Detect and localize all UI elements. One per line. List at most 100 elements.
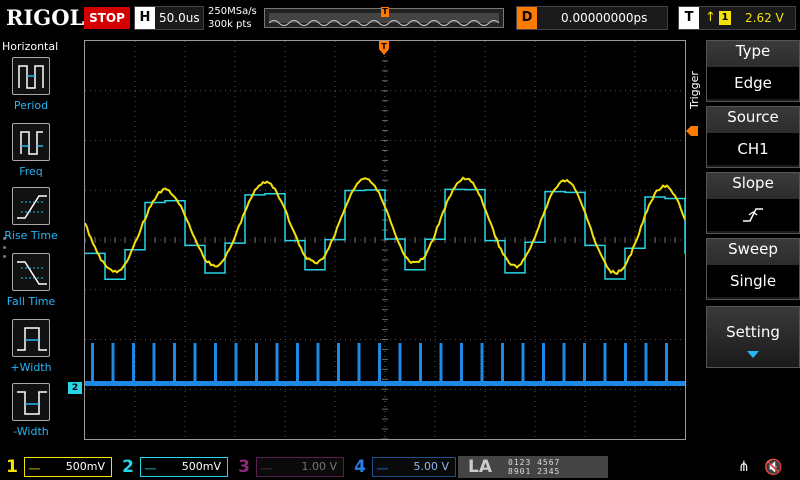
ch2-number: 2 bbox=[118, 456, 138, 478]
digital-pulse bbox=[665, 343, 668, 383]
waveform-display[interactable] bbox=[84, 40, 686, 440]
digital-pulse bbox=[440, 343, 443, 383]
digital-pulse bbox=[624, 343, 627, 383]
memory-depth: 300k pts bbox=[208, 18, 257, 31]
period-label: Period bbox=[0, 99, 62, 112]
digital-pulse bbox=[112, 343, 115, 383]
trigger-source-menu[interactable]: Source CH1 bbox=[706, 106, 800, 168]
trigger-slope-value bbox=[707, 199, 799, 231]
la-row-1: 0123 4567 bbox=[508, 458, 560, 467]
ch2-offset-marker[interactable]: 2 bbox=[68, 382, 82, 394]
measure-rise-time-button[interactable]: Rise Time bbox=[0, 187, 62, 249]
ch4-scale: 5.00 V bbox=[413, 460, 449, 473]
status-bar: RIGOL STOP H 50.0us 250MSa/s 300k pts T … bbox=[0, 0, 800, 36]
measure-positive-width-button[interactable]: +Width bbox=[0, 319, 62, 381]
trigger-type-header: Type bbox=[707, 41, 799, 61]
ch4-status[interactable]: 4 ── 5.00 V bbox=[350, 456, 462, 478]
digital-pulse bbox=[132, 343, 135, 383]
measure-negative-width-button[interactable]: -Width bbox=[0, 383, 62, 445]
ch4-scale-box: ── 5.00 V bbox=[372, 457, 456, 477]
ch1-scale: 500mV bbox=[66, 460, 105, 473]
svg-text:T: T bbox=[381, 42, 387, 51]
trigger-type-menu[interactable]: Type Edge bbox=[706, 40, 800, 102]
trigger-setting-button[interactable]: Setting bbox=[706, 306, 800, 368]
trigger-sweep-value: Single bbox=[707, 265, 799, 297]
digital-pulse bbox=[604, 343, 607, 383]
setting-label: Setting bbox=[707, 323, 799, 341]
negative-width-icon bbox=[12, 383, 50, 421]
la-label: LA bbox=[468, 457, 492, 477]
digital-pulse bbox=[399, 343, 402, 383]
positive-width-icon bbox=[12, 319, 50, 357]
la-row-2: 8901 2345 bbox=[508, 467, 560, 476]
digital-pulse bbox=[583, 343, 586, 383]
frequency-label: Freq bbox=[0, 165, 62, 178]
measure-frequency-button[interactable]: Freq bbox=[0, 123, 62, 185]
trigger-slope-menu[interactable]: Slope bbox=[706, 172, 800, 234]
digital-pulse bbox=[378, 343, 381, 383]
trigger-position-marker[interactable]: T bbox=[379, 40, 389, 54]
digital-pulse bbox=[91, 343, 94, 383]
digital-pulse bbox=[563, 343, 566, 383]
negative-width-label: -Width bbox=[0, 425, 62, 438]
dc-coupling-icon: ── bbox=[29, 461, 40, 479]
rise-time-icon bbox=[12, 187, 50, 225]
digital-pulse bbox=[194, 343, 197, 383]
digital-pulse bbox=[645, 343, 648, 383]
logic-analyzer-status[interactable]: LA 0123 4567 8901 2345 bbox=[458, 456, 608, 478]
ch3-number: 3 bbox=[234, 456, 254, 478]
digital-pulse bbox=[419, 343, 422, 383]
ch1-scale-box: ── 500mV bbox=[24, 457, 112, 477]
ch2-status[interactable]: 2 ── 500mV bbox=[118, 456, 230, 478]
trigger-level-marker[interactable] bbox=[686, 121, 698, 131]
trigger-key: T bbox=[679, 7, 699, 29]
timebase-value: 50.0us bbox=[159, 7, 200, 29]
menu-side-label: Trigger bbox=[688, 60, 706, 120]
timebase-readout[interactable]: H 50.0us bbox=[134, 6, 204, 30]
positive-width-label: +Width bbox=[0, 361, 62, 374]
delay-readout[interactable]: D 0.00000000ps bbox=[516, 6, 668, 30]
waveform-traces bbox=[85, 41, 685, 439]
dc-coupling-icon: ── bbox=[261, 461, 272, 479]
speaker-muted-icon[interactable]: 🔇 bbox=[764, 458, 783, 476]
trigger-readout[interactable]: T ↑ 1 2.62 V bbox=[678, 6, 796, 30]
digital-bus-trace bbox=[85, 343, 685, 386]
trigger-sweep-menu[interactable]: Sweep Single bbox=[706, 238, 800, 300]
la-channel-grid: 0123 4567 8901 2345 bbox=[508, 458, 560, 476]
channel-bar: 1 ── 500mV 2 ── 500mV 3 ── 1.00 V 4 ── 5… bbox=[0, 454, 800, 480]
trigger-slope-header: Slope bbox=[707, 173, 799, 193]
ch4-number: 4 bbox=[350, 456, 370, 478]
digital-pulse bbox=[214, 343, 217, 383]
memory-overview-bar[interactable]: T bbox=[264, 8, 504, 28]
digital-pulse bbox=[296, 343, 299, 383]
digital-pulse bbox=[173, 343, 176, 383]
ch1-number: 1 bbox=[2, 456, 22, 478]
panel-title: Horizontal bbox=[2, 40, 58, 53]
delay-value: 0.00000000ps bbox=[561, 7, 647, 29]
fall-time-icon bbox=[12, 253, 50, 291]
ch2-scale: 500mV bbox=[182, 460, 221, 473]
delay-key: D bbox=[517, 7, 537, 29]
measure-fall-time-button[interactable]: Fall Time bbox=[0, 253, 62, 315]
frequency-icon bbox=[12, 123, 50, 161]
memory-trigger-marker: T bbox=[381, 7, 389, 17]
digital-pulse bbox=[276, 343, 279, 383]
trigger-menu: Type Edge Source CH1 Slope Sweep Single … bbox=[706, 40, 800, 455]
digital-pulse bbox=[235, 343, 238, 383]
trigger-source-header: Source bbox=[707, 107, 799, 127]
dc-coupling-icon: ── bbox=[145, 461, 156, 479]
dc-coupling-icon: ── bbox=[377, 461, 388, 479]
usb-icon: ⋔ bbox=[738, 459, 750, 475]
digital-pulse bbox=[522, 343, 525, 383]
ch3-status[interactable]: 3 ── 1.00 V bbox=[234, 456, 346, 478]
digital-pulse bbox=[542, 343, 545, 383]
measure-period-button[interactable]: Period bbox=[0, 57, 62, 119]
run-stop-status[interactable]: STOP bbox=[84, 7, 130, 29]
chevron-down-icon bbox=[747, 351, 759, 358]
digital-pulse bbox=[460, 343, 463, 383]
digital-pulse bbox=[501, 343, 504, 383]
ch1-status[interactable]: 1 ── 500mV bbox=[2, 456, 114, 478]
digital-pulse bbox=[255, 343, 258, 383]
trigger-source-value: CH1 bbox=[707, 133, 799, 165]
sample-rate: 250MSa/s bbox=[208, 5, 257, 18]
